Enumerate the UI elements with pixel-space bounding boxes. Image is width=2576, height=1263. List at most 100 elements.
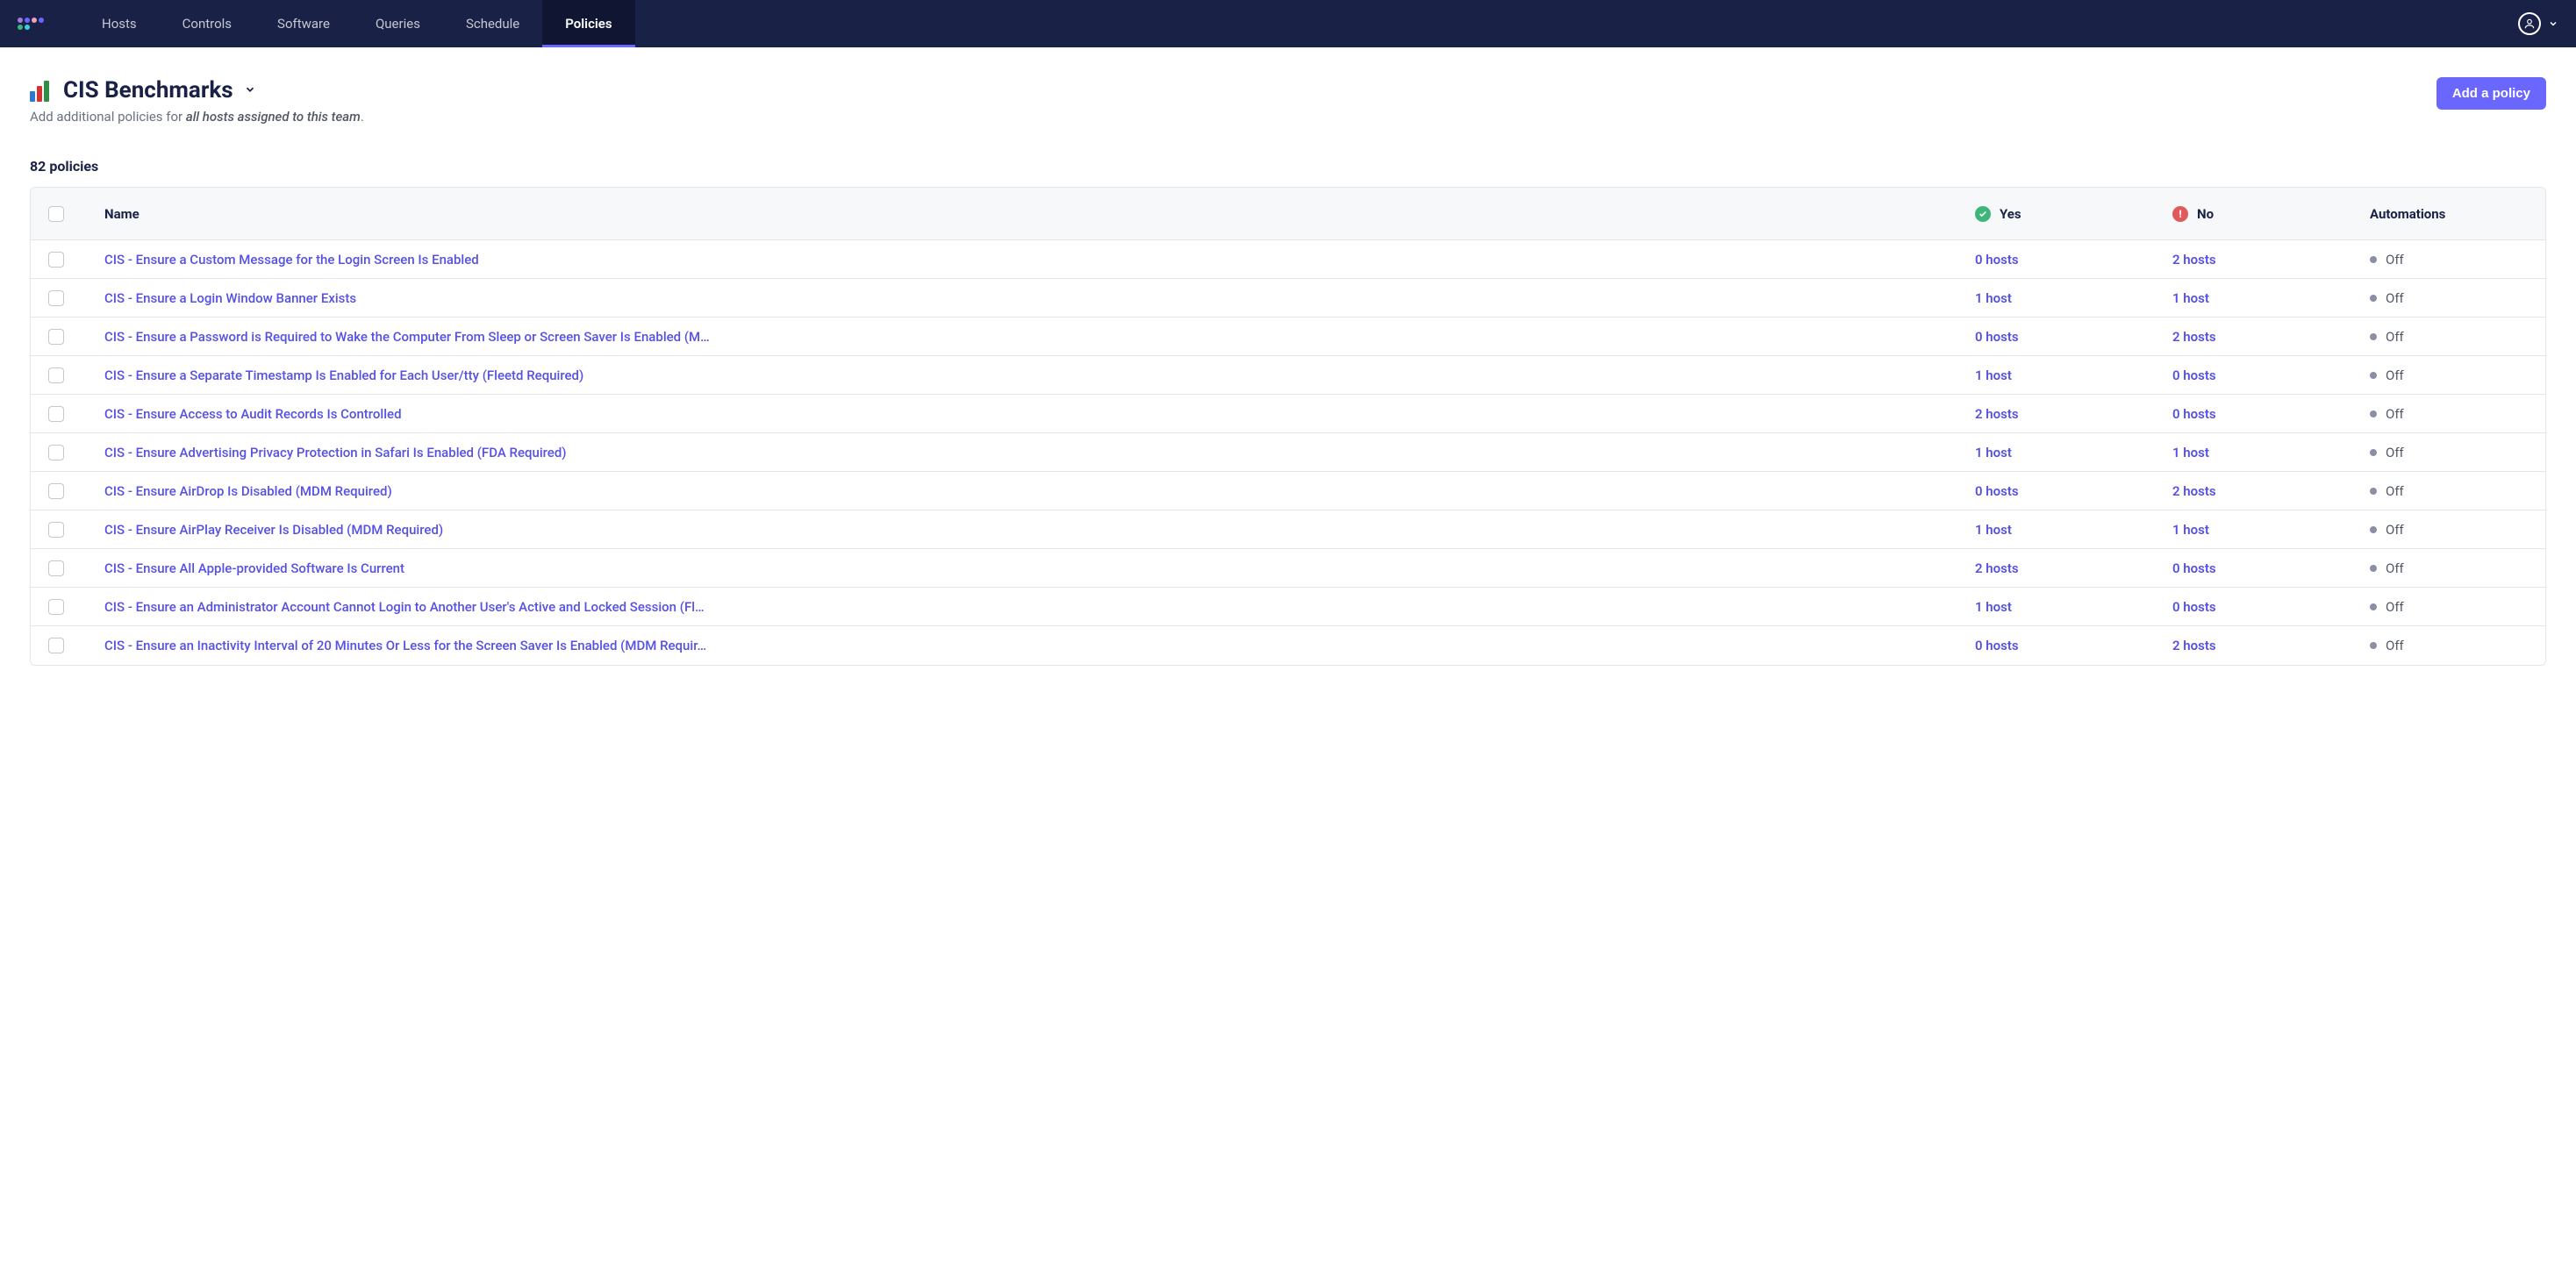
table-row: CIS - Ensure AirPlay Receiver Is Disable… xyxy=(31,510,2545,549)
nav-items: HostsControlsSoftwareQueriesSchedulePoli… xyxy=(79,0,635,47)
automation-status: Off xyxy=(2386,445,2404,460)
subtitle-emphasis: all hosts assigned to this team xyxy=(186,109,361,125)
table-row: CIS - Ensure All Apple-provided Software… xyxy=(31,549,2545,588)
column-yes-label: Yes xyxy=(2000,206,2021,222)
automation-status: Off xyxy=(2386,290,2404,306)
row-checkbox[interactable] xyxy=(48,599,64,615)
bar-chart-icon xyxy=(30,79,53,102)
no-hosts-link[interactable]: 0 hosts xyxy=(2172,599,2216,615)
policy-name-link[interactable]: CIS - Ensure a Separate Timestamp Is Ena… xyxy=(104,367,1929,383)
table-row: CIS - Ensure an Inactivity Interval of 2… xyxy=(31,626,2545,665)
yes-hosts-link[interactable]: 1 host xyxy=(1975,522,2012,538)
policy-name-link[interactable]: CIS - Ensure AirDrop Is Disabled (MDM Re… xyxy=(104,483,1929,499)
automation-status: Off xyxy=(2386,329,2404,345)
table-row: CIS - Ensure a Password is Required to W… xyxy=(31,318,2545,356)
table-row: CIS - Ensure AirDrop Is Disabled (MDM Re… xyxy=(31,472,2545,510)
row-checkbox[interactable] xyxy=(48,483,64,499)
no-hosts-link[interactable]: 2 hosts xyxy=(2172,483,2216,499)
yes-hosts-link[interactable]: 2 hosts xyxy=(1975,560,2019,576)
no-hosts-link[interactable]: 0 hosts xyxy=(2172,560,2216,576)
no-hosts-link[interactable]: 1 host xyxy=(2172,445,2209,460)
no-hosts-link[interactable]: 1 host xyxy=(2172,522,2209,538)
select-all-checkbox[interactable] xyxy=(48,206,64,222)
nav-item-queries[interactable]: Queries xyxy=(353,0,443,47)
row-checkbox[interactable] xyxy=(48,252,64,268)
row-checkbox[interactable] xyxy=(48,560,64,576)
no-hosts-link[interactable]: 0 hosts xyxy=(2172,367,2216,383)
add-policy-button[interactable]: Add a policy xyxy=(2436,77,2546,110)
column-header-name[interactable]: Name xyxy=(82,206,1952,222)
status-dot-icon xyxy=(2370,526,2377,533)
automation-status: Off xyxy=(2386,560,2404,576)
policy-name-link[interactable]: CIS - Ensure a Login Window Banner Exist… xyxy=(104,290,1929,306)
page-title: CIS Benchmarks xyxy=(63,77,233,103)
yes-hosts-link[interactable]: 1 host xyxy=(1975,599,2012,615)
column-header-yes[interactable]: Yes xyxy=(1952,206,2150,222)
table-row: CIS - Ensure a Login Window Banner Exist… xyxy=(31,279,2545,318)
column-no-label: No xyxy=(2197,206,2214,222)
policy-name-link[interactable]: CIS - Ensure Advertising Privacy Protect… xyxy=(104,445,1929,460)
nav-item-hosts[interactable]: Hosts xyxy=(79,0,160,47)
nav-item-controls[interactable]: Controls xyxy=(160,0,254,47)
yes-hosts-link[interactable]: 0 hosts xyxy=(1975,638,2019,653)
no-hosts-link[interactable]: 0 hosts xyxy=(2172,406,2216,422)
nav-item-schedule[interactable]: Schedule xyxy=(443,0,542,47)
table-row: CIS - Ensure Access to Audit Records Is … xyxy=(31,395,2545,433)
row-checkbox[interactable] xyxy=(48,445,64,460)
automation-status: Off xyxy=(2386,638,2404,653)
row-checkbox[interactable] xyxy=(48,638,64,653)
status-dot-icon xyxy=(2370,642,2377,649)
yes-hosts-link[interactable]: 0 hosts xyxy=(1975,252,2019,268)
policy-name-link[interactable]: CIS - Ensure All Apple-provided Software… xyxy=(104,560,1929,576)
main-content: CIS Benchmarks Add additional policies f… xyxy=(0,47,2576,666)
no-hosts-link[interactable]: 2 hosts xyxy=(2172,252,2216,268)
column-header-automations[interactable]: Automations xyxy=(2347,206,2545,222)
nav-item-software[interactable]: Software xyxy=(254,0,353,47)
page-header: CIS Benchmarks Add additional policies f… xyxy=(30,77,2546,125)
automation-status: Off xyxy=(2386,483,2404,499)
policy-name-link[interactable]: CIS - Ensure a Custom Message for the Lo… xyxy=(104,252,1929,268)
policy-name-link[interactable]: CIS - Ensure AirPlay Receiver Is Disable… xyxy=(104,522,1929,538)
automation-status: Off xyxy=(2386,522,2404,538)
row-checkbox[interactable] xyxy=(48,290,64,306)
column-header-no[interactable]: ! No xyxy=(2150,206,2347,222)
status-dot-icon xyxy=(2370,295,2377,302)
nav-item-policies[interactable]: Policies xyxy=(542,0,634,47)
row-checkbox[interactable] xyxy=(48,406,64,422)
policy-name-link[interactable]: CIS - Ensure an Administrator Account Ca… xyxy=(104,599,1929,615)
status-dot-icon xyxy=(2370,449,2377,456)
top-nav: HostsControlsSoftwareQueriesSchedulePoli… xyxy=(0,0,2576,47)
no-hosts-link[interactable]: 2 hosts xyxy=(2172,329,2216,345)
no-hosts-link[interactable]: 2 hosts xyxy=(2172,638,2216,653)
row-checkbox[interactable] xyxy=(48,329,64,345)
status-dot-icon xyxy=(2370,256,2377,263)
yes-hosts-link[interactable]: 0 hosts xyxy=(1975,483,2019,499)
table-row: CIS - Ensure Advertising Privacy Protect… xyxy=(31,433,2545,472)
status-dot-icon xyxy=(2370,603,2377,610)
status-dot-icon xyxy=(2370,565,2377,572)
policy-name-link[interactable]: CIS - Ensure Access to Audit Records Is … xyxy=(104,406,1929,422)
table-header: Name Yes ! No Automations xyxy=(31,188,2545,240)
yes-hosts-link[interactable]: 0 hosts xyxy=(1975,329,2019,345)
avatar-icon xyxy=(2518,12,2541,35)
row-checkbox[interactable] xyxy=(48,522,64,538)
automation-status: Off xyxy=(2386,367,2404,383)
policies-table: Name Yes ! No Automations CIS - Ensure a… xyxy=(30,187,2546,666)
policy-name-link[interactable]: CIS - Ensure a Password is Required to W… xyxy=(104,329,1929,345)
team-dropdown-toggle[interactable] xyxy=(244,82,256,99)
yes-hosts-link[interactable]: 1 host xyxy=(1975,367,2012,383)
chevron-down-icon xyxy=(2548,16,2558,32)
yes-hosts-link[interactable]: 1 host xyxy=(1975,445,2012,460)
subtitle-suffix: . xyxy=(361,109,364,125)
policy-name-link[interactable]: CIS - Ensure an Inactivity Interval of 2… xyxy=(104,638,1929,653)
status-dot-icon xyxy=(2370,333,2377,340)
table-row: CIS - Ensure a Custom Message for the Lo… xyxy=(31,240,2545,279)
subtitle-prefix: Add additional policies for xyxy=(30,109,186,125)
automation-status: Off xyxy=(2386,599,2404,615)
app-logo[interactable] xyxy=(18,11,44,37)
user-menu[interactable] xyxy=(2518,12,2558,35)
yes-hosts-link[interactable]: 2 hosts xyxy=(1975,406,2019,422)
row-checkbox[interactable] xyxy=(48,367,64,383)
no-hosts-link[interactable]: 1 host xyxy=(2172,290,2209,306)
yes-hosts-link[interactable]: 1 host xyxy=(1975,290,2012,306)
